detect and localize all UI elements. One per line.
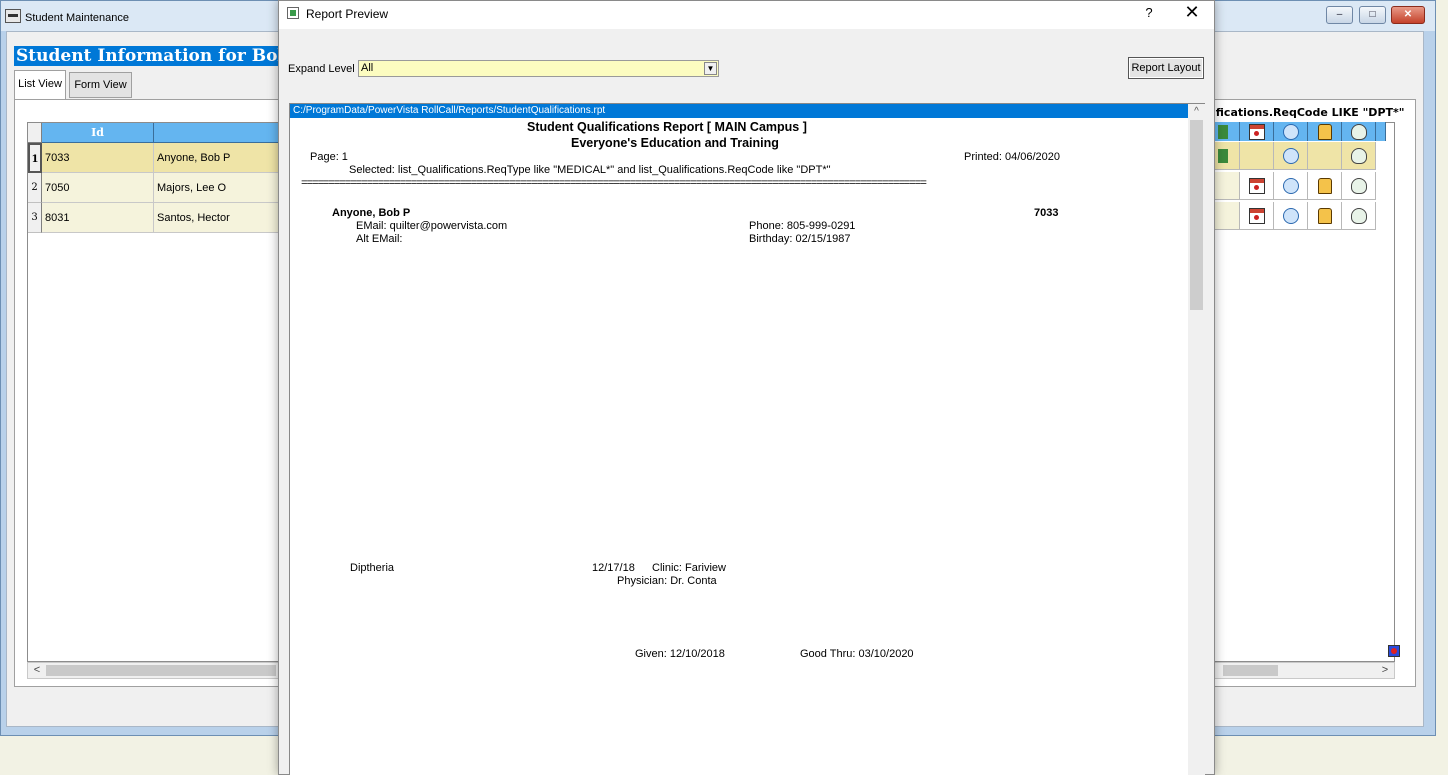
report-preview-area: C:/ProgramData/PowerVista RollCall/Repor… (289, 103, 1205, 775)
maximize-button[interactable]: □ (1359, 6, 1386, 24)
dialog-close-button[interactable]: ✕ (1182, 2, 1202, 23)
report-icon (287, 7, 299, 19)
tab-list-view[interactable]: List View (14, 70, 66, 100)
table-row[interactable]: 2 7050 Majors, Lee O (28, 173, 284, 203)
row-number[interactable]: 3 (28, 203, 42, 233)
report-subtitle: Everyone's Education and Training (571, 136, 779, 150)
report-title: Student Qualifications Report [ MAIN Cam… (527, 120, 807, 134)
student-email: EMail: quilter@powervista.com (356, 220, 508, 232)
calendar-icon[interactable] (1240, 172, 1274, 200)
scroll-thumb[interactable] (46, 665, 276, 676)
report-file-path: C:/ProgramData/PowerVista RollCall/Repor… (290, 104, 1188, 118)
qualification-given: Given: 12/10/2018 (635, 648, 725, 660)
scroll-left-arrow[interactable]: < (30, 663, 44, 678)
table-row[interactable]: 3 8031 Santos, Hector (28, 203, 284, 233)
cell-id[interactable]: 8031 (42, 203, 154, 233)
dialog-title: Report Preview (306, 7, 389, 21)
grid-cell[interactable] (1308, 142, 1342, 170)
scroll-right-arrow[interactable]: > (1378, 663, 1392, 678)
shirt-icon[interactable] (1308, 172, 1342, 200)
expand-level-label: Expand Level (288, 63, 355, 75)
report-vertical-scrollbar[interactable]: ^ (1188, 104, 1205, 775)
vaccine-icon[interactable] (1274, 202, 1308, 230)
report-divider: ========================================… (301, 178, 927, 190)
scroll-thumb[interactable] (1190, 120, 1203, 310)
main-window-title: Student Maintenance (25, 12, 129, 24)
record-indicator-icon[interactable] (1388, 645, 1400, 657)
vaccine-icon[interactable] (1274, 122, 1308, 141)
qualification-good-thru: Good Thru: 03/10/2020 (800, 648, 914, 660)
student-phone: Phone: 805-999-0291 (749, 220, 856, 232)
student-birthday: Birthday: 02/15/1987 (749, 233, 851, 245)
vaccine-icon[interactable] (1274, 172, 1308, 200)
cell-name[interactable]: Anyone, Bob P (154, 143, 284, 173)
shirt-icon[interactable] (1308, 122, 1342, 141)
column-header-name[interactable] (154, 123, 284, 143)
doctor-icon[interactable] (1342, 202, 1376, 230)
doctor-icon[interactable] (1342, 172, 1376, 200)
close-button[interactable]: ✕ (1391, 6, 1425, 24)
calendar-icon[interactable] (1240, 122, 1274, 141)
report-page-number: Page: 1 (310, 151, 348, 163)
vaccine-icon[interactable] (1274, 142, 1308, 170)
dialog-title-bar[interactable]: Report Preview ? ✕ (279, 1, 1214, 29)
doctor-icon[interactable] (1342, 142, 1376, 170)
student-id: 7033 (1034, 207, 1059, 219)
minimize-button[interactable]: – (1326, 6, 1353, 24)
row-number[interactable]: 2 (28, 173, 42, 203)
expand-level-value: All (361, 62, 374, 74)
grid-column-edge (1376, 122, 1386, 141)
dropdown-arrow-icon[interactable]: ▼ (704, 62, 717, 75)
help-button[interactable]: ? (1141, 5, 1157, 20)
doctor-icon[interactable] (1342, 122, 1376, 141)
report-printed-date: Printed: 04/06/2020 (964, 151, 1061, 163)
qualification-date: 12/17/18 (592, 562, 635, 574)
shirt-icon[interactable] (1308, 202, 1342, 230)
expand-level-select[interactable]: All ▼ (358, 60, 719, 77)
qualification-physician: Physician: Dr. Conta (617, 575, 717, 587)
student-alt-email: Alt EMail: (356, 233, 403, 245)
cell-id[interactable]: 7050 (42, 173, 154, 203)
qualification-clinic: Clinic: Fariview (652, 562, 726, 574)
grid-cell[interactable] (1240, 142, 1274, 170)
tab-form-view[interactable]: Form View (69, 72, 132, 98)
app-icon (5, 9, 21, 23)
report-selection: Selected: list_Qualifications.ReqType li… (349, 164, 831, 176)
cell-id[interactable]: 7033 (42, 143, 154, 173)
cell-name[interactable]: Majors, Lee O (154, 173, 284, 203)
scroll-track-segment[interactable] (1223, 665, 1278, 676)
table-row[interactable]: 1 7033 Anyone, Bob P (28, 143, 284, 173)
report-layout-button[interactable]: Report Layout (1128, 57, 1204, 79)
qualification-name: Diptheria (350, 562, 395, 574)
grid-corner[interactable] (28, 123, 42, 143)
student-name: Anyone, Bob P (332, 207, 411, 219)
scroll-up-arrow[interactable]: ^ (1188, 105, 1205, 119)
calendar-icon[interactable] (1240, 202, 1274, 230)
cell-name[interactable]: Santos, Hector (154, 203, 284, 233)
report-preview-dialog: Report Preview ? ✕ Expand Level All ▼ Re… (278, 0, 1215, 775)
filter-caption: ifications.ReqCode LIKE "DPT*" (1212, 106, 1405, 119)
column-header-id[interactable]: Id (42, 123, 154, 143)
row-number[interactable]: 1 (28, 143, 42, 173)
